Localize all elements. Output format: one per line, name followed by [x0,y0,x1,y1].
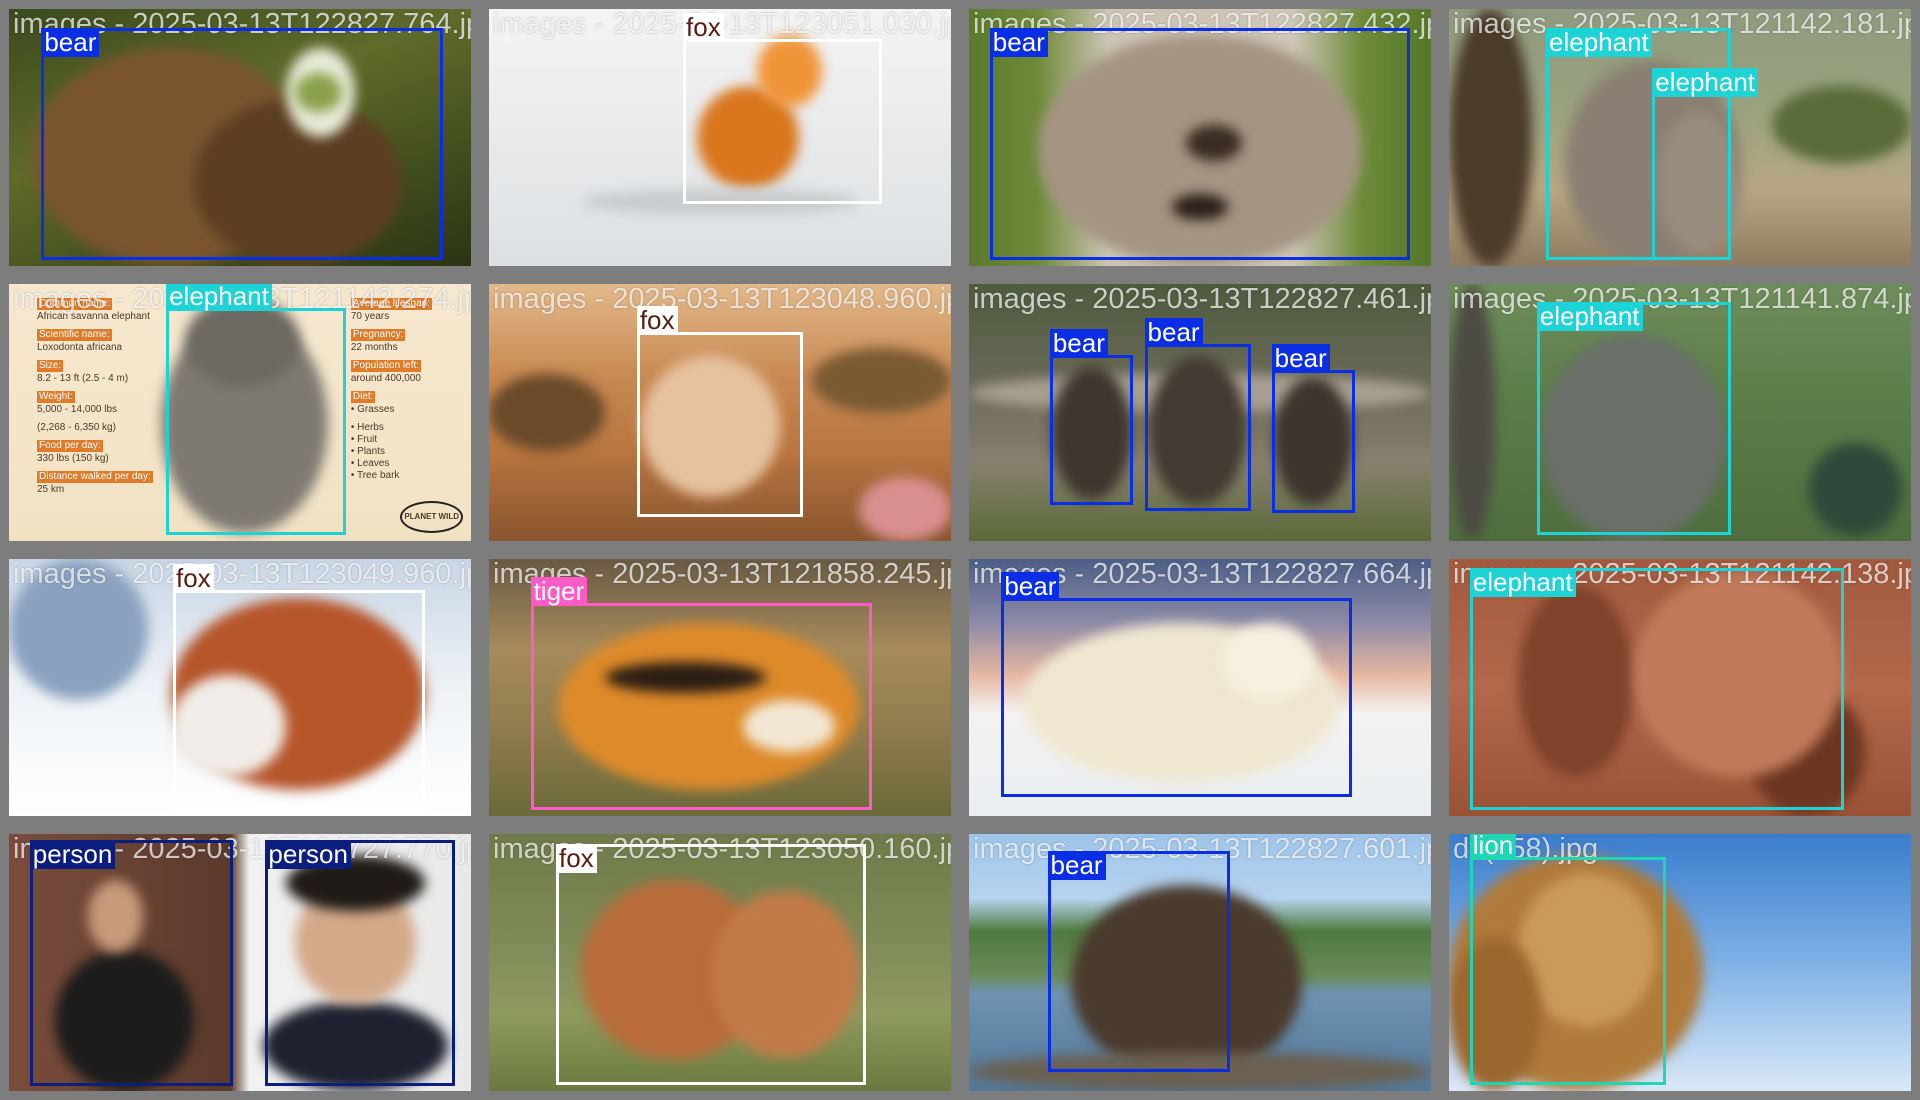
infographic-text: 330 lbs (150 kg) [37,453,109,464]
detection-box-lion: lion [1469,834,1667,1085]
photo-shape [1772,86,1911,164]
infographic-text: Loxodonta africana [37,342,123,353]
detection-label: bear [1047,850,1106,880]
detection-box-elephant: elephant [166,284,347,535]
infographic-text: • Herbs [350,422,384,433]
image-tile: images - 2025-03-13T121141.874.jpg elepha… [1440,275,1920,550]
detection-box-fox: fox [636,305,804,517]
filename-caption: images - 2025-03-13T123048.960.jpg [493,283,960,315]
image-tile: images - 2025-03-13T122827.764.jpg bear [0,0,480,275]
detection-box-fox: fox [173,563,425,810]
detection-label: bear [1144,318,1203,348]
detection-label: bear [1001,571,1060,601]
detection-label: elephant [1469,567,1576,597]
detection-box-elephant: elephant [1536,301,1731,535]
filename-caption: images - 2025-03-13T123049.960.jpg [13,558,480,590]
detection-box-elephant: elephant [1469,567,1844,810]
infographic-heading: Weight: [37,391,75,403]
photo-shape [1809,443,1902,536]
image-tile: images - 2025-03-13T121858.245.jpg tiger [480,550,960,825]
infographic-text: 22 months [350,342,398,353]
detection-label: lion [1469,834,1517,861]
photo-shape [1449,9,1533,266]
infographic-heading: Pregnancy: [350,329,406,341]
photo-shape [812,348,951,413]
infographic-text: (2,268 - 6,350 kg) [37,422,116,433]
detection-label: fox [555,844,597,874]
image-tile: images - 2025-03-13T123051.030.jpg fox [480,0,960,275]
detection-box-person: person [29,840,234,1086]
detection-box-bear: bear [41,27,444,260]
detection-label: elephant [1536,301,1643,331]
detection-box-elephant: elephant [1652,67,1759,260]
detection-label: tiger [530,576,588,606]
image-tile: images - 2025-03-13T122827.432.jpg bear [960,0,1440,275]
detection-label: bear [41,27,100,57]
detection-label: person [265,840,351,870]
infographic-text: • Grasses [350,404,395,415]
image-tile: images - 2025-03-13T122827.664.jpg bear [960,550,1440,825]
image-tile: Common name: African savanna elephant Scie… [0,275,480,550]
detection-box-bear: bear [1271,344,1355,513]
filename-caption: images - 2025-03-13T123051.030.jpg [493,8,960,40]
infographic-heading: Food per day: [37,440,103,452]
infographic-heading: Diet: [350,391,376,403]
infographic-text: • Plants [350,446,385,457]
infographic-heading: Population left: [350,360,422,372]
infographic-text: 8.2 - 13 ft (2.5 - 4 m) [37,373,129,384]
detection-label: fox [173,563,214,593]
detection-box-bear: bear [1049,328,1133,506]
image-tile: images - 2025-03-13T121142.138.jpg elepha… [1440,550,1920,825]
detection-box-bear: bear [989,27,1411,260]
image-tile: images - 2025-03-13T121142.181.jpg elepha… [1440,0,1920,275]
detection-label: bear [1049,328,1108,358]
detection-label: person [29,840,116,870]
image-tile: images - 2025-03-13T123049.960.jpg fox [0,550,480,825]
infographic-heading: Size: [37,360,64,372]
infographic-text: 5,000 - 14,000 lbs [37,404,118,415]
photo-shape [489,373,605,452]
infographic-text: • Leaves [350,458,390,469]
detection-label: elephant [166,284,272,312]
detection-label: elephant [1546,27,1652,57]
photo-shape [858,476,951,541]
detection-box-bear: bear [1144,318,1251,512]
detection-box-bear: bear [1047,850,1231,1072]
detection-mosaic: images - 2025-03-13T122827.764.jpg bear im… [0,0,1920,1100]
detection-label: bear [1271,344,1330,374]
infographic-heading: Scientific name: [37,329,112,341]
detection-label: fox [683,12,724,42]
image-tile: images - 2025-03-13T123050.160.jpg fox [480,825,960,1100]
image-tile: images - 2025-03-13T134727.770.jpg person… [0,825,480,1100]
photo-shape [1449,284,1496,541]
detection-box-tiger: tiger [530,576,873,810]
infographic-text: 25 km [37,484,65,495]
image-tile: images - 2025-03-13T123048.960.jpg fox [480,275,960,550]
detection-box-bear: bear [1001,571,1353,797]
detection-label: elephant [1652,67,1759,97]
planet-wild-logo: PLANET WILD [400,501,463,533]
image-tile: images - 2025-03-13T122827.461.jpg bear be… [960,275,1440,550]
infographic-text: around 400,000 [350,373,421,384]
detection-label: bear [989,27,1048,57]
image-tile: dl (258).jpg lion [1440,825,1920,1100]
detection-label: fox [636,305,678,335]
infographic-text: • Tree bark [350,470,400,481]
infographic-heading: Distance walked per day: [37,471,153,483]
filename-caption: images - 2025-03-13T122827.461.jpg [973,283,1440,315]
image-tile: images - 2025-03-13T122827.601.jpg bear [960,825,1440,1100]
detection-box-fox: fox [555,844,866,1085]
detection-box-fox: fox [683,12,882,205]
detection-box-person: person [265,840,455,1086]
infographic-text: • Fruit [350,434,378,445]
